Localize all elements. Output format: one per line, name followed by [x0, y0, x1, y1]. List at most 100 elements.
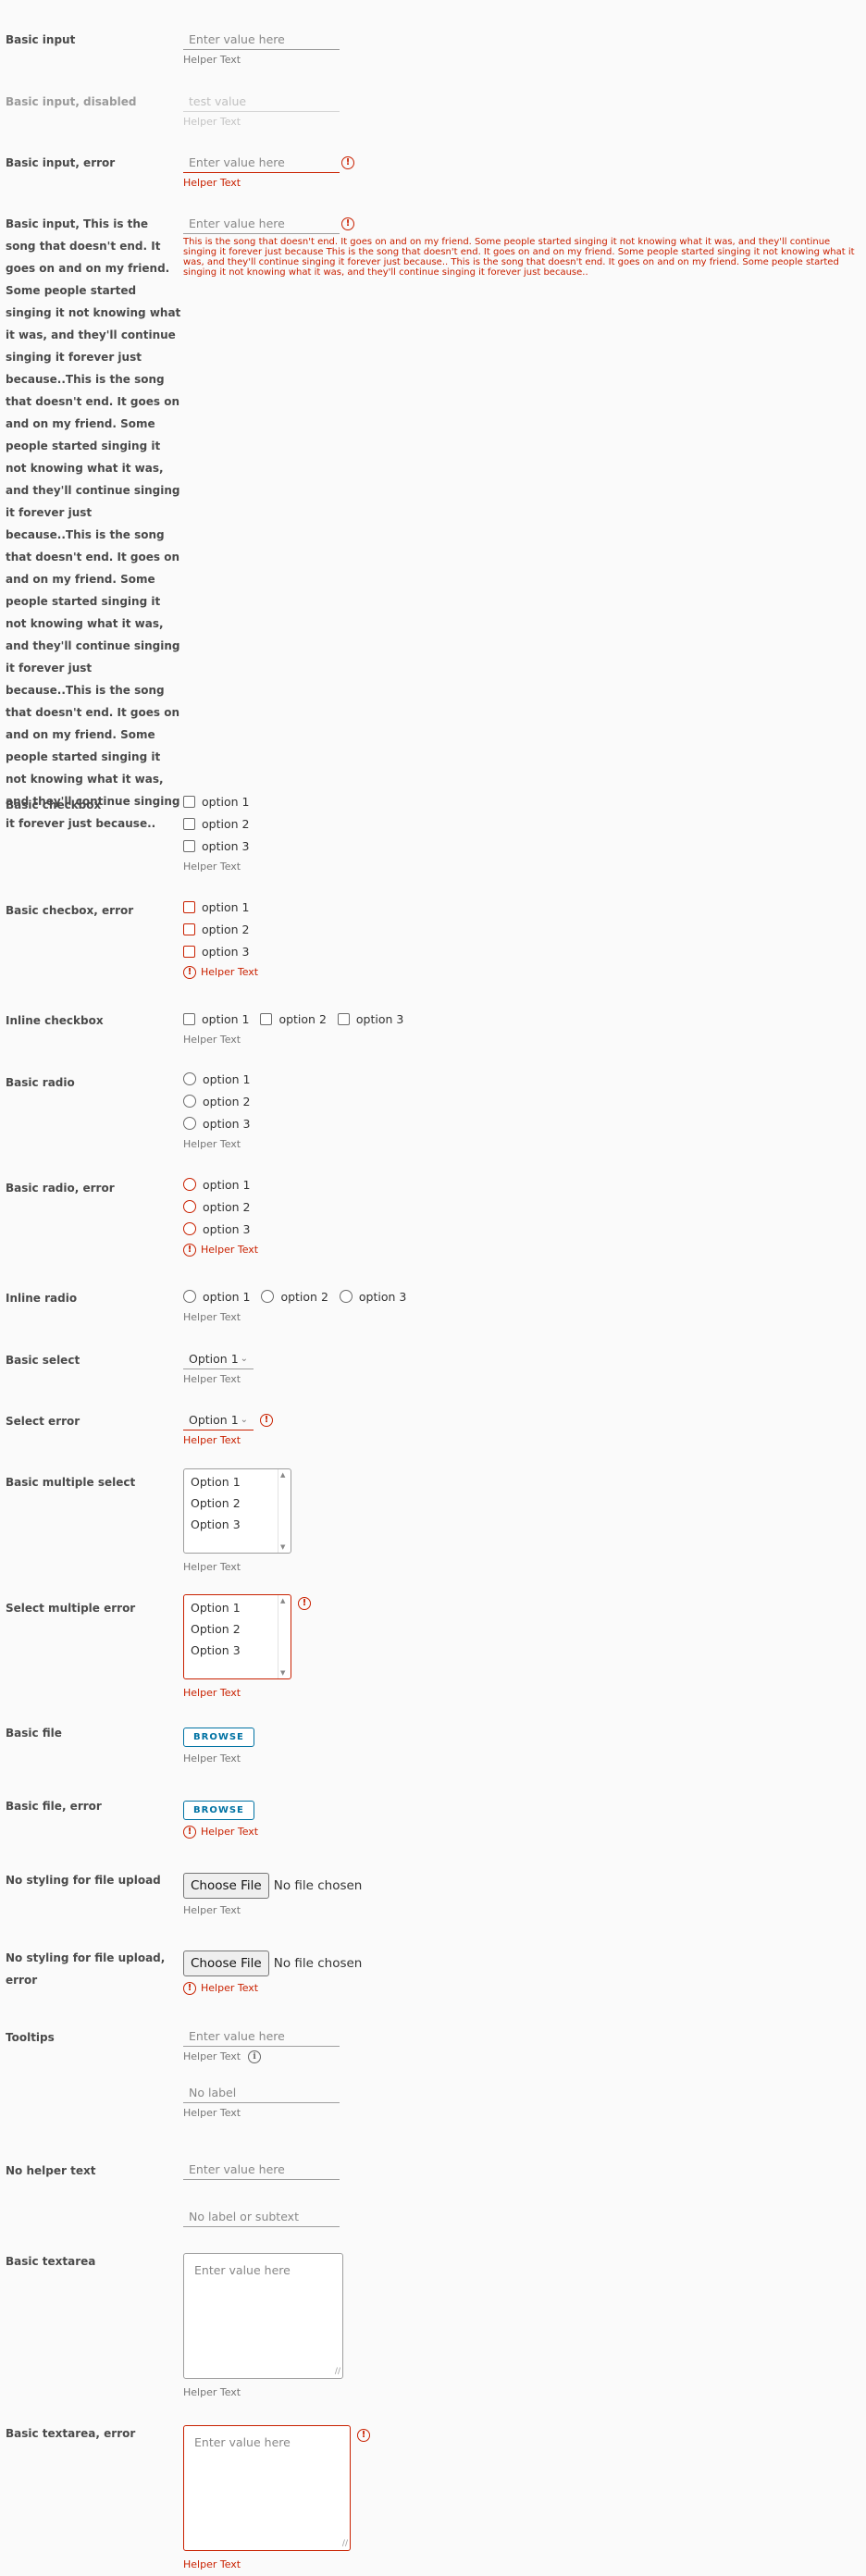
textarea-placeholder: Enter value here — [194, 2435, 291, 2449]
browse-button[interactable]: BROWSE — [183, 1801, 254, 1820]
radio[interactable] — [183, 1178, 196, 1191]
tooltips-group: Helper Text i Helper Text — [183, 2025, 340, 2120]
checkbox-label: option 2 — [202, 922, 250, 936]
radio-option-2[interactable]: option 2 — [183, 1195, 258, 1218]
error-select[interactable]: Option 1 ⌄ — [183, 1409, 254, 1430]
checkbox-label: option 1 — [202, 899, 250, 914]
textarea-label: Basic textarea — [6, 2255, 96, 2268]
basic-file-group: BROWSE Helper Text — [183, 1726, 254, 1765]
radio-option-1[interactable]: option 1 — [183, 1173, 258, 1195]
scroll-down-icon[interactable]: ▼ — [280, 1669, 285, 1677]
checkbox-error-group: option 1 option 2 option 3 ! Helper Text — [183, 896, 258, 979]
no-helper-input[interactable] — [183, 2159, 340, 2180]
checkbox-label: option 2 — [202, 816, 250, 831]
checkbox[interactable] — [183, 945, 195, 958]
checkbox-option-2[interactable]: option 2 — [183, 918, 258, 940]
basic-select[interactable]: Option 1 ⌄ — [183, 1348, 254, 1369]
basic-select-helper: Helper Text — [183, 1373, 241, 1385]
checkbox[interactable] — [183, 839, 195, 852]
tooltip-input[interactable] — [183, 2025, 340, 2047]
radio-option-2[interactable]: option 2 — [261, 1285, 328, 1307]
radio-label: option 2 — [280, 1289, 328, 1304]
file-error-label: Basic file, error — [6, 1800, 102, 1813]
long-input[interactable] — [183, 213, 340, 234]
scroll-up-icon[interactable]: ▲ — [280, 1471, 285, 1479]
select-value: Option 1 — [189, 1351, 239, 1366]
checkbox-option-1[interactable]: option 1 — [183, 790, 249, 812]
multi-select-label: Basic multiple select — [6, 1476, 136, 1489]
checkbox[interactable] — [337, 1012, 350, 1025]
error-multi-select[interactable]: Option 1 Option 2 Option 3 ▲ ▼ — [183, 1594, 291, 1679]
no-label-input[interactable] — [183, 2082, 340, 2103]
radio-label: option 1 — [203, 1289, 251, 1304]
checkbox-option-3[interactable]: option 3 — [337, 1008, 403, 1030]
radio-label: option 3 — [203, 1221, 251, 1236]
resize-grip-icon[interactable]: ∕∕ — [342, 2539, 348, 2548]
radio-option-2[interactable]: option 2 — [183, 1090, 250, 1112]
select-option[interactable]: Option 3 — [184, 1514, 291, 1535]
radio[interactable] — [339, 1290, 353, 1303]
basic-checkbox-group: option 1 option 2 option 3 Helper Text — [183, 790, 249, 873]
helper-text: Helper Text — [201, 966, 259, 978]
error-icon: ! — [357, 2429, 370, 2442]
checkbox[interactable] — [183, 1012, 195, 1025]
file-status: No file chosen — [273, 1878, 363, 1893]
radio-option-1[interactable]: option 1 — [183, 1285, 250, 1307]
radio[interactable] — [183, 1095, 196, 1108]
checkbox-option-3[interactable]: option 3 — [183, 835, 249, 857]
error-icon: ! — [183, 1244, 196, 1257]
radio[interactable] — [183, 1222, 196, 1235]
radio-option-1[interactable]: option 1 — [183, 1068, 250, 1090]
radio[interactable] — [183, 1072, 196, 1085]
radio[interactable] — [183, 1200, 196, 1213]
browse-button[interactable]: BROWSE — [183, 1728, 254, 1747]
scrollbar[interactable]: ▲ ▼ — [278, 1469, 291, 1553]
radio-option-3[interactable]: option 3 — [183, 1112, 250, 1134]
checkbox-error-label: Basic checbox, error — [6, 904, 134, 917]
radio[interactable] — [183, 1290, 196, 1303]
native-file-error-group: Choose File No file chosen ! Helper Text — [183, 1951, 362, 1995]
no-label-subtext-input[interactable] — [183, 2206, 340, 2227]
basic-radio-label: Basic radio — [6, 1076, 75, 1089]
error-icon: ! — [260, 1413, 273, 1427]
error-textarea[interactable]: Enter value here ∕∕ — [183, 2425, 351, 2551]
checkbox[interactable] — [183, 923, 195, 935]
select-option[interactable]: Option 1 — [184, 1597, 291, 1618]
scroll-down-icon[interactable]: ▼ — [280, 1543, 285, 1551]
radio[interactable] — [183, 1117, 196, 1130]
disabled-input-group: Helper Text — [183, 91, 340, 129]
select-option[interactable]: Option 2 — [184, 1618, 291, 1640]
select-option[interactable]: Option 3 — [184, 1640, 291, 1661]
multi-select[interactable]: Option 1 Option 2 Option 3 ▲ ▼ — [183, 1468, 291, 1554]
radio-option-3[interactable]: option 3 — [183, 1218, 258, 1240]
checkbox-option-3[interactable]: option 3 — [183, 940, 258, 962]
resize-grip-icon[interactable]: ∕∕ — [335, 2367, 340, 2376]
checkbox[interactable] — [260, 1012, 273, 1025]
info-icon[interactable]: i — [248, 2050, 262, 2063]
checkbox-option-2[interactable]: option 2 — [183, 812, 249, 835]
scroll-up-icon[interactable]: ▲ — [280, 1597, 285, 1604]
radio-option-3[interactable]: option 3 — [339, 1285, 406, 1307]
error-input[interactable] — [183, 152, 340, 173]
error-icon: ! — [183, 1826, 196, 1839]
textarea[interactable]: Enter value here ∕∕ — [183, 2253, 343, 2379]
disabled-input-helper: Helper Text — [183, 116, 241, 128]
error-input-helper: Helper Text — [183, 177, 241, 189]
checkbox-option-1[interactable]: option 1 — [183, 896, 258, 918]
choose-file-button[interactable]: Choose File — [183, 1873, 269, 1899]
checkbox-option-1[interactable]: option 1 — [183, 1008, 249, 1030]
basic-input[interactable] — [183, 29, 340, 50]
select-option[interactable]: Option 2 — [184, 1492, 291, 1514]
checkbox[interactable] — [183, 817, 195, 830]
tooltip-helper: Helper Text i — [183, 2050, 340, 2063]
scrollbar[interactable]: ▲ ▼ — [278, 1595, 291, 1678]
multi-select-helper: Helper Text — [183, 1561, 241, 1573]
radio[interactable] — [261, 1290, 275, 1303]
checkbox[interactable] — [183, 795, 195, 808]
select-value: Option 1 — [189, 1412, 239, 1427]
checkbox-option-2[interactable]: option 2 — [260, 1008, 327, 1030]
choose-file-button[interactable]: Choose File — [183, 1951, 269, 1976]
select-option[interactable]: Option 1 — [184, 1471, 291, 1492]
radio-label: option 3 — [203, 1116, 251, 1131]
checkbox[interactable] — [183, 900, 195, 913]
